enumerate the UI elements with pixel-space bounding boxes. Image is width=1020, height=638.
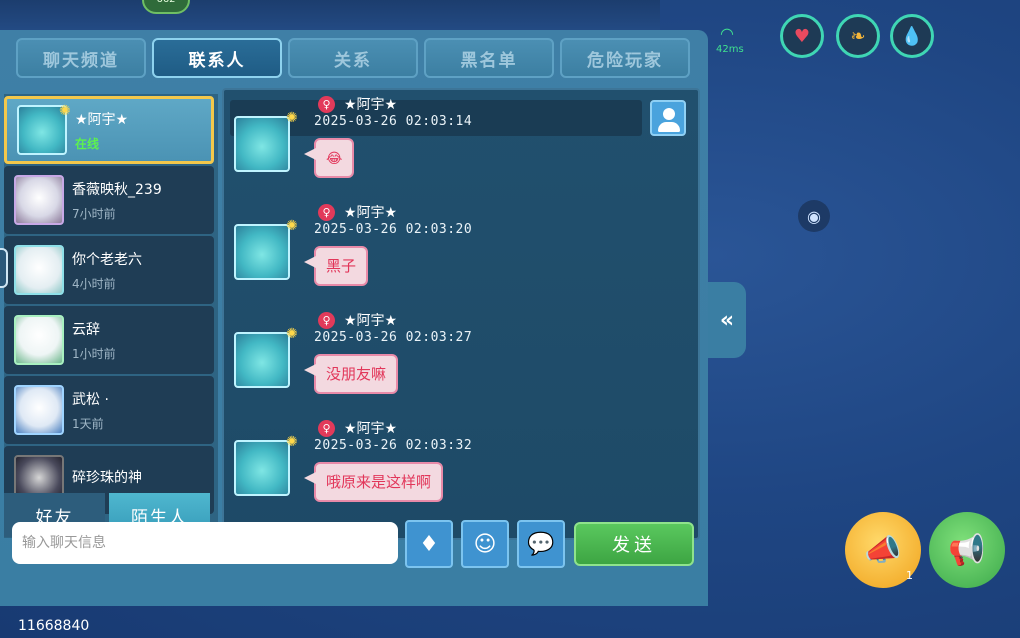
tab-chat-channel[interactable]: 聊天频道 xyxy=(16,38,146,78)
collapse-panel-button[interactable]: « xyxy=(708,282,746,358)
avatar xyxy=(234,332,290,388)
avatar xyxy=(234,224,290,280)
contact-item[interactable]: ✺ ★阿宇★ 在线 xyxy=(4,96,214,164)
avatar xyxy=(14,245,64,295)
chat-panel: 聊天频道 联系人 关系 黑名单 危险玩家 ✺ ★阿宇★ 在线 香薇映秋_239 … xyxy=(0,30,708,606)
avatar xyxy=(14,385,64,435)
contact-item[interactable]: 香薇映秋_239 7小时前 xyxy=(4,166,214,234)
avatar xyxy=(234,116,290,172)
megaphone-green-button[interactable]: 📢 xyxy=(929,512,1005,588)
tab-contacts[interactable]: 联系人 xyxy=(152,38,282,78)
contact-status: 1小时前 xyxy=(72,346,116,361)
female-icon: ♀ xyxy=(318,96,335,113)
message-bubble: 没朋友嘛 xyxy=(303,354,399,394)
signal-icon: ◠ xyxy=(720,24,734,43)
message-sender: ★阿宇★ xyxy=(344,421,398,437)
contact-name: ★阿宇★ xyxy=(75,111,129,128)
sun-icon: ✺ xyxy=(286,218,298,234)
message-sender: ★阿宇★ xyxy=(344,97,398,113)
chat-message: ✺ ♀ ★阿宇★ 2025-03-26 02:03:32 哦原来是这样啊 xyxy=(234,420,674,520)
message-time: 2025-03-26 02:03:27 xyxy=(314,330,473,345)
contact-name: 武松 · xyxy=(72,391,109,408)
player-uid: 11668840 xyxy=(18,618,90,634)
contact-list[interactable]: ✺ ★阿宇★ 在线 香薇映秋_239 7小时前 你个老老六 4小时前 云辞 1小… xyxy=(4,94,218,538)
contact-status: 7小时前 xyxy=(72,206,116,221)
left-edge-handle[interactable] xyxy=(0,248,8,288)
contact-item[interactable]: 你个老老六 4小时前 xyxy=(4,236,214,304)
food-icon: ❧ xyxy=(836,14,880,58)
female-icon: ♀ xyxy=(318,204,335,221)
contact-name: 云辞 xyxy=(72,321,100,338)
sun-icon: ✺ xyxy=(286,434,298,450)
heart-icon: ♥ xyxy=(780,14,824,58)
avatar xyxy=(14,315,64,365)
message-time: 2025-03-26 02:03:20 xyxy=(314,222,473,237)
message-bubble: 哦原来是这样啊 xyxy=(303,462,444,502)
eye-icon[interactable]: ◉ xyxy=(798,200,830,232)
message-time: 2025-03-26 02:03:32 xyxy=(314,438,473,453)
chat-message: ✺ ♀ ★阿宇★ 2025-03-26 02:03:20 黑子 xyxy=(234,204,674,304)
chat-message: ✺ ♀ ★阿宇★ 2025-03-26 02:03:27 没朋友嘛 xyxy=(234,312,674,412)
message-sender: ★阿宇★ xyxy=(344,205,398,221)
speech-bubble-icon[interactable]: 💬 xyxy=(517,520,565,568)
card-icon[interactable]: ♦ xyxy=(405,520,453,568)
contact-item[interactable]: 武松 · 1天前 xyxy=(4,376,214,444)
contact-status: 4小时前 xyxy=(72,276,116,291)
contact-name: 香薇映秋_239 xyxy=(72,181,162,198)
tab-relations[interactable]: 关系 xyxy=(288,38,418,78)
contact-status: 1天前 xyxy=(72,416,104,431)
coin-badge[interactable]: 662 xyxy=(142,0,190,14)
avatar xyxy=(14,175,64,225)
tab-dangerous-players[interactable]: 危险玩家 xyxy=(560,38,690,78)
female-icon: ♀ xyxy=(318,420,335,437)
message-bubble: 黑子 xyxy=(303,246,369,286)
message-sender: ★阿宇★ xyxy=(344,313,398,329)
chat-input[interactable] xyxy=(12,522,398,564)
contact-name: 你个老老六 xyxy=(72,251,142,268)
chat-area[interactable]: ✺ ♀ ★阿宇★ 2025-03-26 02:03:14 😂 ✺ ♀ ★阿宇★ … xyxy=(222,88,700,540)
send-button[interactable]: 发送 xyxy=(574,522,694,566)
sun-icon: ✺ xyxy=(286,326,298,342)
contact-name: 碎珍珠的神 xyxy=(72,470,142,486)
avatar xyxy=(234,440,290,496)
contact-item[interactable]: 云辞 1小时前 xyxy=(4,306,214,374)
ping-text: 42ms xyxy=(716,44,744,55)
sun-icon: ✺ xyxy=(59,103,71,119)
contact-status: 在线 xyxy=(75,136,100,151)
megaphone-count: 1 xyxy=(906,569,913,582)
water-drop-icon: 💧 xyxy=(890,14,934,58)
chat-message: ✺ ♀ ★阿宇★ 2025-03-26 02:03:14 😂 xyxy=(234,96,674,196)
tab-blacklist[interactable]: 黑名单 xyxy=(424,38,554,78)
message-bubble: 😂 xyxy=(303,138,355,178)
female-icon: ♀ xyxy=(318,312,335,329)
emoji-icon[interactable]: ☺ xyxy=(461,520,509,568)
top-bar xyxy=(0,0,660,34)
message-time: 2025-03-26 02:03:14 xyxy=(314,114,473,129)
tab-bar: 聊天频道 联系人 关系 黑名单 危险玩家 xyxy=(16,38,690,78)
sun-icon: ✺ xyxy=(286,110,298,126)
